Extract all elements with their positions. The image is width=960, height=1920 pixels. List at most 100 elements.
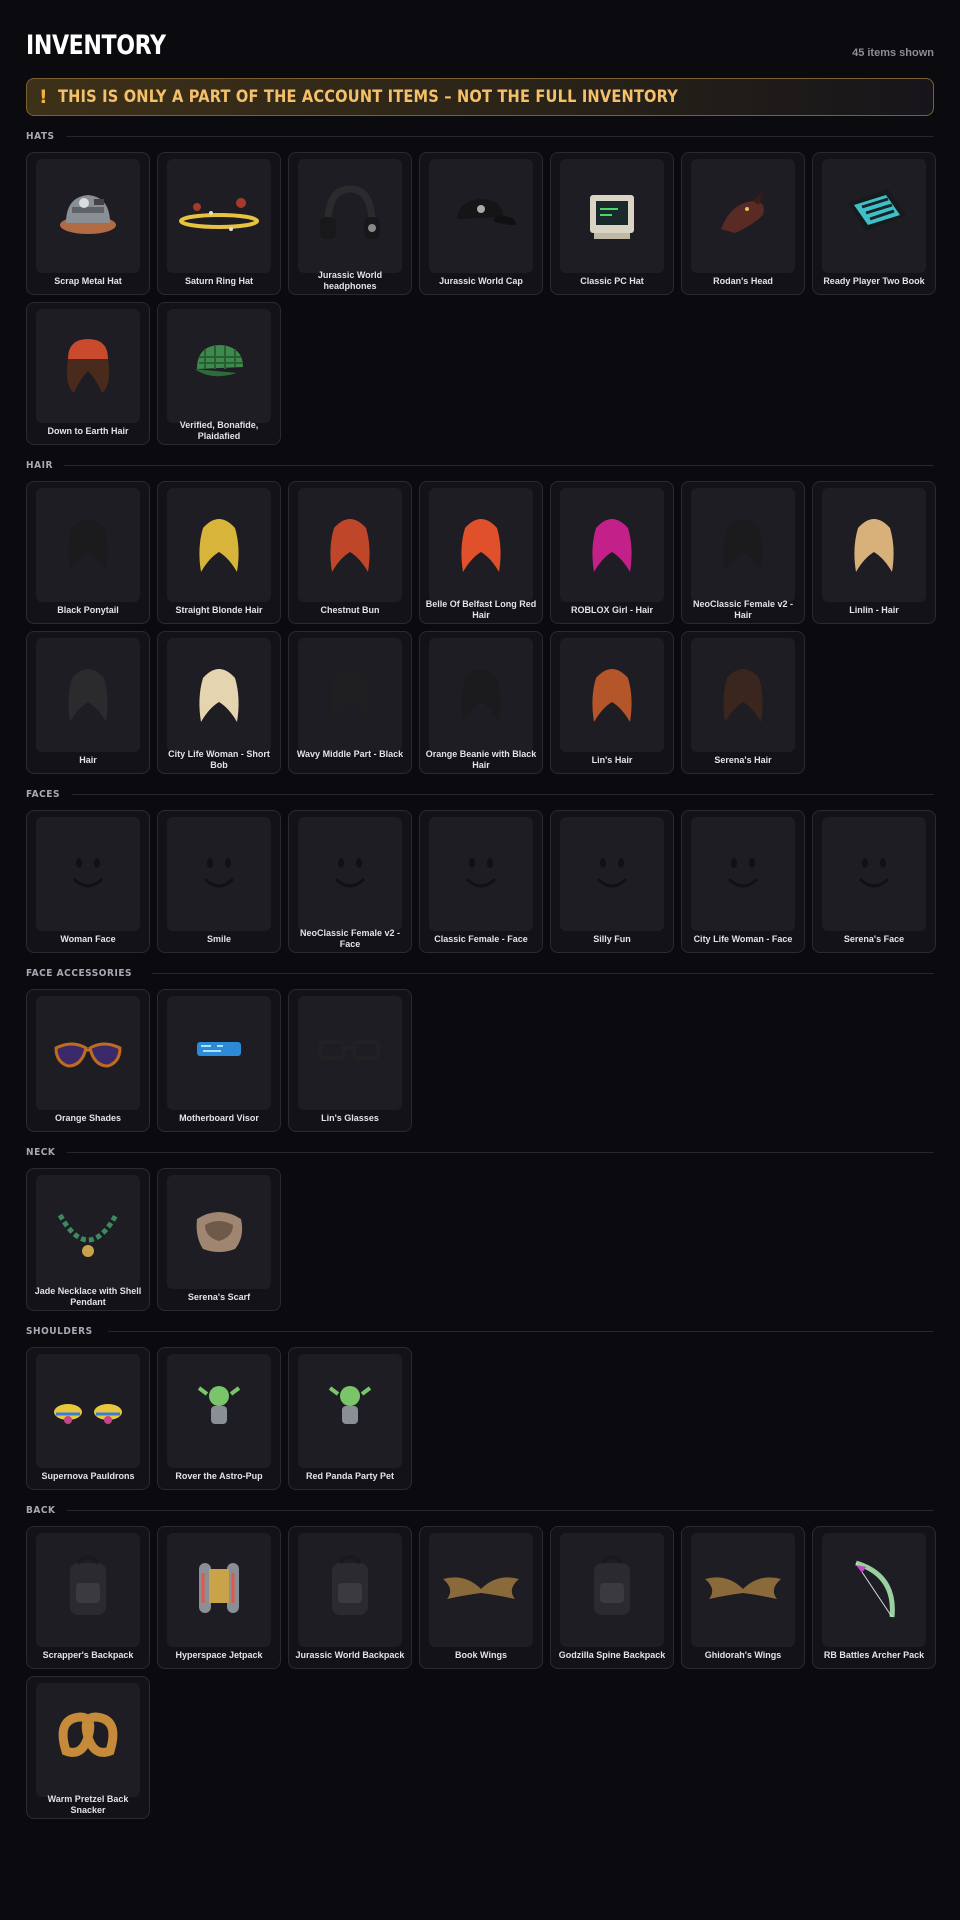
hair-icon	[167, 638, 271, 752]
inventory-item-card[interactable]: Godzilla Spine Backpack	[550, 1526, 674, 1669]
inventory-item-card[interactable]: Silly Fun	[550, 810, 674, 953]
inventory-item-card[interactable]: Smile	[157, 810, 281, 953]
item-name: Smile	[206, 934, 231, 944]
item-name: Black Ponytail	[57, 605, 119, 615]
section-divider	[151, 972, 934, 974]
section-header: NECK	[26, 1144, 934, 1160]
inventory-item-card[interactable]: ROBLOX Girl - Hair	[550, 481, 674, 624]
inventory-item-card[interactable]: Rodan's Head	[681, 152, 805, 295]
inventory-item-card[interactable]: Motherboard Visor	[157, 989, 281, 1132]
inventory-item-card[interactable]: Orange Beanie with Black Hair	[419, 631, 543, 774]
inventory-item-card[interactable]: Serena's Face	[812, 810, 936, 953]
item-name: Serena's Hair	[714, 755, 772, 765]
backpack-icon	[560, 1533, 664, 1647]
inventory-item-card[interactable]: City Life Woman - Face	[681, 810, 805, 953]
hair-icon	[429, 638, 533, 752]
section-header: BACK	[26, 1502, 934, 1518]
inventory-item-card[interactable]: Jade Necklace with Shell Pendant	[26, 1168, 150, 1311]
item-name: Warm Pretzel Back Snacker	[47, 1794, 129, 1815]
item-name: Down to Earth Hair	[47, 426, 129, 436]
inventory-item-card[interactable]: City Life Woman - Short Bob	[157, 631, 281, 774]
inventory-item-card[interactable]: Red Panda Party Pet	[288, 1347, 412, 1490]
scrap-metal-hat-icon	[36, 159, 140, 273]
item-name: Silly Fun	[593, 934, 631, 944]
item-name: Linlin - Hair	[849, 605, 899, 615]
item-name: Godzilla Spine Backpack	[558, 1650, 666, 1660]
wings-icon	[429, 1533, 533, 1647]
inventory-item-card[interactable]: Wavy Middle Part - Black	[288, 631, 412, 774]
item-name: Straight Blonde Hair	[175, 605, 263, 615]
inventory-item-card[interactable]: Orange Shades	[26, 989, 150, 1132]
hair-icon	[560, 488, 664, 602]
inventory-item-card[interactable]: Warm Pretzel Back Snacker	[26, 1676, 150, 1819]
inventory-item-card[interactable]: Woman Face	[26, 810, 150, 953]
plaid-cap-icon	[167, 309, 271, 423]
inventory-item-card[interactable]: Jurassic World Backpack	[288, 1526, 412, 1669]
pet-icon	[298, 1354, 402, 1468]
inventory-item-card[interactable]: Black Ponytail	[26, 481, 150, 624]
item-name: Rover the Astro-Pup	[175, 1471, 263, 1481]
inventory-item-card[interactable]: Scrap Metal Hat	[26, 152, 150, 295]
headphones-icon	[298, 159, 402, 273]
section-shoulders: SHOULDERS Supernova Pauldrons Rover the As…	[26, 1323, 934, 1490]
item-name: NeoClassic Female v2 - Hair	[692, 599, 794, 620]
inventory-item-card[interactable]: NeoClassic Female v2 - Face	[288, 810, 412, 953]
inventory-item-card[interactable]: Rover the Astro-Pup	[157, 1347, 281, 1490]
section-label: FACE ACCESSORIES	[26, 967, 133, 979]
item-name: Jurassic World Backpack	[295, 1650, 405, 1660]
pc-monitor-icon	[560, 159, 664, 273]
item-name: Wavy Middle Part - Black	[296, 749, 404, 759]
bow-icon	[822, 1533, 926, 1647]
inventory-item-card[interactable]: Ghidorah's Wings	[681, 1526, 805, 1669]
inventory-item-card[interactable]: Straight Blonde Hair	[157, 481, 281, 624]
item-name: Serena's Face	[843, 934, 905, 944]
inventory-item-card[interactable]: Hair	[26, 631, 150, 774]
inventory-page: INVENTORY 45 items shown ! THIS IS ONLY …	[26, 0, 936, 1819]
inventory-item-card[interactable]: Down to Earth Hair	[26, 302, 150, 445]
section-header: FACES	[26, 786, 934, 802]
section-hats: HATS Scrap Metal Hat Saturn Ring Hat Jurass…	[26, 128, 936, 445]
inventory-item-card[interactable]: Ready Player Two Book	[812, 152, 936, 295]
section-divider	[108, 1330, 934, 1332]
inventory-item-card[interactable]: Verified, Bonafide, Plaidafied	[157, 302, 281, 445]
inventory-item-card[interactable]: Classic Female - Face	[419, 810, 543, 953]
hair-icon	[36, 638, 140, 752]
inventory-item-card[interactable]: Supernova Pauldrons	[26, 1347, 150, 1490]
inventory-item-card[interactable]: Lin's Hair	[550, 631, 674, 774]
inventory-item-card[interactable]: Linlin - Hair	[812, 481, 936, 624]
inventory-sections: HATS Scrap Metal Hat Saturn Ring Hat Jurass…	[26, 128, 936, 1819]
saturn-ring-hat-icon	[167, 159, 271, 273]
face-icon	[167, 817, 271, 931]
item-grid: Scrap Metal Hat Saturn Ring Hat Jurassic W…	[26, 152, 936, 445]
hair-icon	[167, 488, 271, 602]
hair-icon	[429, 488, 533, 602]
inventory-item-card[interactable]: Chestnut Bun	[288, 481, 412, 624]
inventory-item-card[interactable]: Serena's Scarf	[157, 1168, 281, 1311]
item-name: Verified, Bonafide, Plaidafied	[179, 420, 259, 441]
inventory-item-card[interactable]: Jurassic World headphones	[288, 152, 412, 295]
item-name: Classic PC Hat	[580, 276, 644, 286]
inventory-item-card[interactable]: Book Wings	[419, 1526, 543, 1669]
inventory-item-card[interactable]: Belle Of Belfast Long Red Hair	[419, 481, 543, 624]
item-grid: Orange Shades Motherboard Visor Lin's Glas…	[26, 989, 934, 1132]
item-name: Hyperspace Jetpack	[175, 1650, 263, 1660]
hair-icon	[298, 488, 402, 602]
inventory-item-card[interactable]: Jurassic World Cap	[419, 152, 543, 295]
section-header: SHOULDERS	[26, 1323, 934, 1339]
item-name: Jurassic World headphones	[317, 270, 383, 291]
section-hair: HAIR Black Ponytail Straight Blonde Hair Ch…	[26, 457, 936, 774]
dragon-head-icon	[691, 159, 795, 273]
inventory-item-card[interactable]: Serena's Hair	[681, 631, 805, 774]
item-name: Jurassic World Cap	[439, 276, 523, 286]
inventory-item-card[interactable]: Lin's Glasses	[288, 989, 412, 1132]
inventory-item-card[interactable]: Hyperspace Jetpack	[157, 1526, 281, 1669]
section-divider	[65, 135, 934, 137]
inventory-item-card[interactable]: Classic PC Hat	[550, 152, 674, 295]
inventory-item-card[interactable]: NeoClassic Female v2 - Hair	[681, 481, 805, 624]
face-icon	[560, 817, 664, 931]
inventory-item-card[interactable]: RB Battles Archer Pack	[812, 1526, 936, 1669]
inventory-item-card[interactable]: Saturn Ring Hat	[157, 152, 281, 295]
item-name: City Life Woman - Short Bob	[168, 749, 270, 770]
inventory-item-card[interactable]: Scrapper's Backpack	[26, 1526, 150, 1669]
section-label: SHOULDERS	[26, 1325, 93, 1337]
